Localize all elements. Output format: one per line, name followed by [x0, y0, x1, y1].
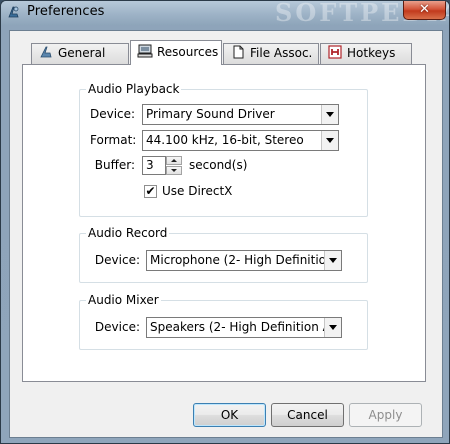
playback-format-select[interactable]: 44.100 kHz, 16-bit, Stereo [142, 130, 339, 151]
audio-playback-group: Audio Playback Device: Primary Sound Dri… [79, 82, 368, 217]
ok-button[interactable]: OK [193, 403, 266, 427]
tab-resources[interactable]: Resources [130, 40, 222, 65]
chevron-down-icon[interactable] [321, 105, 338, 124]
buffer-input[interactable]: 3 [142, 156, 166, 175]
window-title: Preferences [27, 4, 105, 19]
tab-file-assoc-label: File Assoc. [250, 46, 313, 60]
hotkey-icon [328, 45, 342, 59]
buffer-unit-label: second(s) [189, 158, 248, 172]
mixer-device-value: Speakers (2- High Definition Au [150, 320, 339, 334]
mixer-device-label: Device: [94, 320, 140, 334]
tab-general[interactable]: General [31, 43, 129, 64]
audio-playback-legend: Audio Playback [86, 82, 182, 96]
mixer-device-select[interactable]: Speakers (2- High Definition Au [146, 317, 342, 338]
spin-up-icon[interactable] [166, 156, 182, 165]
computer-icon [137, 44, 153, 58]
resources-panel: Audio Playback Device: Primary Sound Dri… [22, 64, 426, 382]
wrench-icon [40, 46, 52, 58]
playback-format-value: 44.100 kHz, 16-bit, Stereo [146, 133, 304, 147]
document-icon [233, 45, 244, 59]
buffer-label: Buffer: [94, 158, 135, 172]
tab-file-assoc[interactable]: File Assoc. [223, 43, 319, 64]
spin-down-icon[interactable] [166, 166, 182, 175]
playback-device-value: Primary Sound Driver [146, 107, 275, 121]
buffer-value: 3 [146, 158, 154, 172]
chevron-down-icon[interactable] [324, 251, 341, 270]
playback-device-select[interactable]: Primary Sound Driver [142, 104, 339, 125]
tab-hotkeys-label: Hotkeys [347, 46, 396, 60]
chevron-down-icon[interactable] [321, 131, 338, 150]
preferences-window: Preferences SOFTPEDIA ✕ General Resource… [0, 0, 450, 444]
checkmark-icon: ✔ [145, 184, 156, 198]
use-directx-label[interactable]: Use DirectX [162, 183, 232, 199]
tab-resources-label: Resources [157, 45, 219, 59]
record-device-value: Microphone (2- High Definition [150, 253, 334, 267]
audio-record-group: Audio Record Device: Microphone (2- High… [79, 226, 368, 283]
record-device-select[interactable]: Microphone (2- High Definition [146, 250, 342, 271]
audio-mixer-legend: Audio Mixer [86, 293, 161, 307]
tab-hotkeys[interactable]: Hotkeys [320, 43, 412, 64]
tab-general-label: General [58, 46, 106, 60]
chevron-down-icon[interactable] [324, 318, 341, 337]
buffer-stepper[interactable] [166, 156, 182, 175]
close-icon: ✕ [419, 2, 430, 17]
title-bar[interactable]: Preferences SOFTPEDIA ✕ [1, 1, 449, 25]
audio-mixer-group: Audio Mixer Device: Speakers (2- High De… [79, 293, 368, 350]
playback-device-label: Device: [90, 107, 136, 121]
use-directx-checkbox[interactable]: ✔ [144, 185, 157, 198]
dialog-body: General Resources File Assoc. Hotkeys Au… [9, 30, 443, 438]
record-device-label: Device: [94, 253, 140, 267]
close-button[interactable]: ✕ [403, 1, 446, 20]
apply-button[interactable]: Apply [349, 403, 422, 427]
audio-record-legend: Audio Record [86, 226, 170, 240]
playback-format-label: Format: [90, 133, 137, 147]
app-icon [8, 6, 19, 18]
cancel-button[interactable]: Cancel [271, 403, 344, 427]
